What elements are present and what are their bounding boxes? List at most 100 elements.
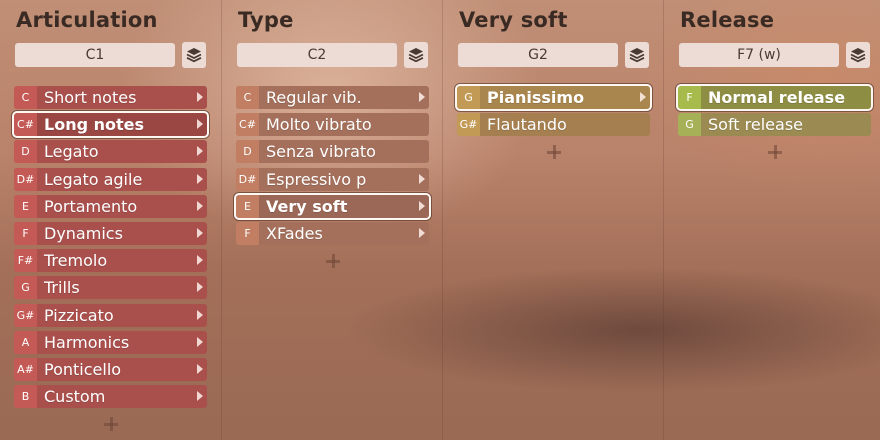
- articulation-list: C Short notes C# Long notes D Legato D# Lega…: [12, 86, 209, 412]
- very-soft-item[interactable]: G# Flautando: [457, 113, 650, 137]
- note-badge: A#: [14, 357, 37, 381]
- chevron-right-icon[interactable]: [197, 227, 203, 238]
- articulation-column: Articulation C1 C Short notes C# Long note…: [0, 0, 221, 440]
- item-label: Pianissimo: [487, 88, 585, 107]
- articulation-item[interactable]: D# Legato agile: [14, 167, 207, 191]
- note-badge: G: [678, 113, 701, 137]
- release-list: F Normal release G Soft release: [676, 84, 873, 140]
- note-badge: F: [678, 86, 701, 109]
- very-soft-title: Very soft: [459, 8, 568, 32]
- note-badge: B: [14, 385, 37, 409]
- type-column: Type C2 C Regular vib. C# Molto vibrato DS…: [221, 0, 443, 440]
- type-title: Type: [238, 8, 294, 32]
- release-item[interactable]: G Soft release: [678, 113, 871, 137]
- chevron-right-icon[interactable]: [197, 255, 203, 266]
- type-layers-button[interactable]: [404, 42, 428, 68]
- type-list: C Regular vib. C# Molto vibrato D Senza vib…: [234, 86, 431, 249]
- type-item[interactable]: C Regular vib.: [236, 86, 429, 109]
- release-layers-button[interactable]: [846, 42, 870, 68]
- chevron-right-icon[interactable]: [197, 146, 203, 157]
- release-title: Release: [680, 8, 775, 32]
- note-badge: G#: [457, 113, 480, 137]
- articulation-item[interactable]: F Dynamics: [14, 221, 207, 245]
- articulation-item-selected[interactable]: C# Long notes: [12, 111, 209, 139]
- note-badge: D: [14, 140, 37, 164]
- note-badge: D#: [236, 167, 259, 191]
- articulation-item[interactable]: G Trills: [14, 276, 207, 300]
- layers-icon: [408, 48, 424, 63]
- type-item[interactable]: D Senza vibrato: [236, 140, 429, 164]
- chevron-right-icon[interactable]: [419, 92, 425, 102]
- note-badge: F#: [14, 249, 37, 273]
- articulation-item[interactable]: F# Tremolo: [14, 249, 207, 273]
- articulation-item[interactable]: B Custom: [14, 385, 207, 409]
- item-label: Tremolo: [44, 251, 108, 271]
- chevron-right-icon[interactable]: [197, 309, 203, 320]
- chevron-right-icon[interactable]: [197, 391, 203, 402]
- type-item[interactable]: C# Molto vibrato: [236, 113, 429, 137]
- item-label: Legato: [44, 142, 99, 162]
- chevron-right-icon[interactable]: [197, 119, 203, 130]
- item-label: Senza vibrato: [266, 142, 376, 162]
- note-badge: E: [236, 194, 259, 218]
- note-badge: G: [457, 86, 480, 109]
- chevron-right-icon[interactable]: [197, 92, 203, 102]
- chevron-right-icon[interactable]: [640, 92, 646, 102]
- item-label: Espressivo p: [266, 169, 367, 189]
- articulation-item[interactable]: A Harmonics: [14, 330, 207, 354]
- note-badge: D: [236, 140, 259, 164]
- item-label: Regular vib.: [266, 88, 362, 107]
- articulation-title: Articulation: [16, 8, 158, 32]
- item-label: Dynamics: [44, 223, 123, 243]
- type-item[interactable]: D# Espressivo p: [236, 167, 429, 191]
- item-label: Harmonics: [44, 332, 130, 352]
- layers-icon: [629, 48, 645, 63]
- item-label: XFades: [266, 223, 323, 243]
- chevron-right-icon[interactable]: [197, 336, 203, 347]
- chevron-right-icon[interactable]: [197, 363, 203, 374]
- note-badge: F: [236, 221, 259, 245]
- articulation-item[interactable]: A# Ponticello: [14, 357, 207, 381]
- articulation-item[interactable]: C Short notes: [14, 86, 207, 109]
- chevron-right-icon[interactable]: [197, 200, 203, 211]
- note-badge: C#: [236, 113, 259, 137]
- note-badge: C: [14, 86, 37, 109]
- note-badge: G#: [14, 303, 37, 327]
- very-soft-column: Very soft G2 G Pianissimo G# Flautando: [442, 0, 664, 440]
- chevron-right-icon[interactable]: [419, 200, 425, 211]
- chevron-right-icon[interactable]: [419, 227, 425, 238]
- add-articulation-button[interactable]: [104, 417, 118, 431]
- layers-icon: [850, 48, 866, 63]
- chevron-right-icon[interactable]: [197, 282, 203, 293]
- add-type-button[interactable]: [326, 254, 340, 268]
- release-column: Release F7 (w) F Normal release G Soft rel…: [663, 0, 880, 440]
- item-label: Very soft: [266, 196, 348, 216]
- type-item[interactable]: F XFades: [236, 221, 429, 245]
- item-label: Legato agile: [44, 169, 143, 189]
- very-soft-item-selected[interactable]: G Pianissimo: [455, 84, 652, 111]
- add-very-soft-button[interactable]: [547, 145, 561, 159]
- type-key-field[interactable]: C2: [237, 43, 397, 67]
- note-badge: E: [14, 194, 37, 218]
- chevron-right-icon[interactable]: [197, 173, 203, 184]
- release-item-selected[interactable]: F Normal release: [676, 84, 873, 111]
- articulation-item[interactable]: E Portamento: [14, 194, 207, 218]
- note-badge: G: [14, 276, 37, 300]
- release-key-field[interactable]: F7 (w): [679, 43, 839, 67]
- articulation-key-field[interactable]: C1: [15, 43, 175, 67]
- type-item-selected[interactable]: E Very soft: [234, 192, 431, 220]
- articulation-item[interactable]: D Legato: [14, 140, 207, 164]
- item-label: Soft release: [708, 115, 803, 135]
- item-label: Flautando: [487, 115, 567, 135]
- add-release-button[interactable]: [768, 145, 782, 159]
- articulation-layers-button[interactable]: [182, 42, 206, 68]
- item-label: Normal release: [708, 88, 846, 107]
- note-badge: C#: [14, 113, 37, 137]
- note-badge: F: [14, 221, 37, 245]
- very-soft-key-field[interactable]: G2: [458, 43, 618, 67]
- articulation-item[interactable]: G# Pizzicato: [14, 303, 207, 327]
- note-badge: D#: [14, 167, 37, 191]
- item-label: Pizzicato: [44, 305, 114, 325]
- very-soft-layers-button[interactable]: [625, 42, 649, 68]
- chevron-right-icon[interactable]: [419, 173, 425, 184]
